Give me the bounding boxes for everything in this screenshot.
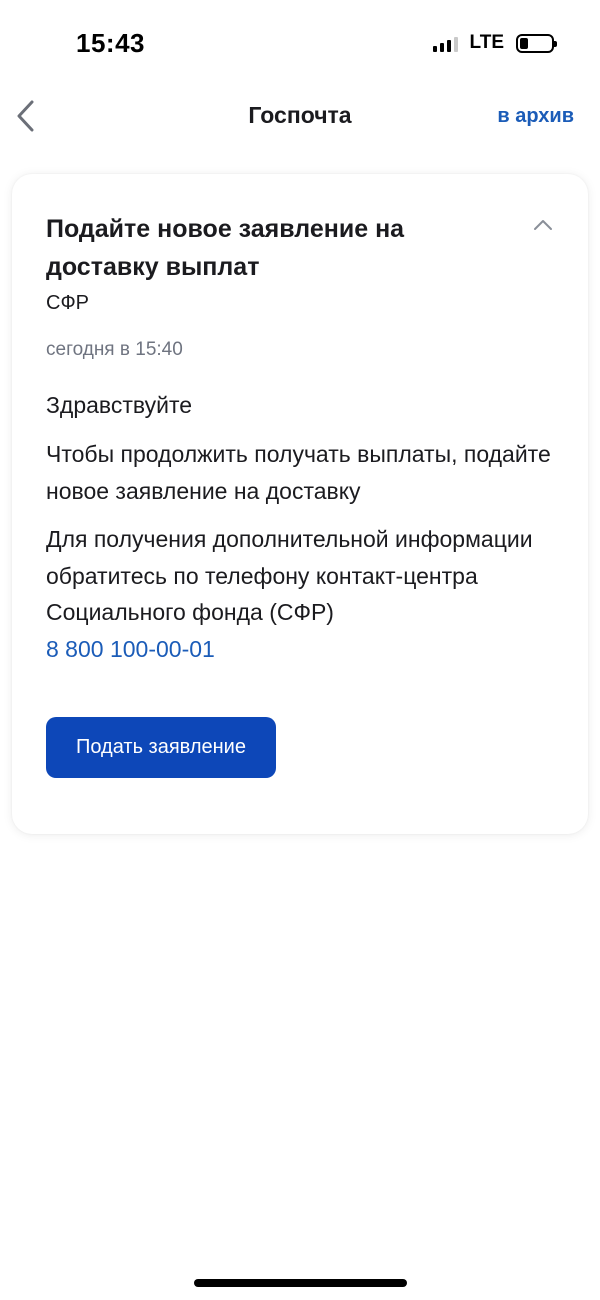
submit-application-button[interactable]: Подать заявление	[46, 717, 276, 778]
nav-bar: Госпочта в архив	[0, 92, 600, 142]
status-bar: 15:43 LTE	[0, 0, 600, 90]
collapse-button[interactable]	[528, 210, 558, 240]
battery-icon	[516, 33, 557, 53]
message-paragraph: Чтобы продолжить получать выплаты, подай…	[46, 441, 551, 504]
network-label: LTE	[469, 32, 504, 53]
archive-button[interactable]: в архив	[497, 105, 574, 128]
message-greeting: Здравствуйте	[46, 392, 193, 418]
phone-link[interactable]: 8 800 100-00-01	[46, 636, 215, 662]
message-title: Подайте новое заявление на доставку выпл…	[46, 215, 405, 281]
status-time: 15:43	[76, 28, 145, 58]
status-indicators: LTE	[432, 32, 557, 54]
signal-icon	[432, 34, 458, 52]
message-card: Подайте новое заявление на доставку выпл…	[12, 174, 588, 834]
message-paragraph-contact: Для получения дополнительной информации …	[46, 521, 566, 667]
contact-info-text: Для получения дополнительной информации …	[46, 526, 533, 625]
message-timestamp: сегодня в 15:40	[46, 339, 183, 360]
home-indicator	[194, 1279, 407, 1287]
chevron-up-icon	[534, 220, 552, 230]
message-sender: СФР	[46, 292, 89, 314]
